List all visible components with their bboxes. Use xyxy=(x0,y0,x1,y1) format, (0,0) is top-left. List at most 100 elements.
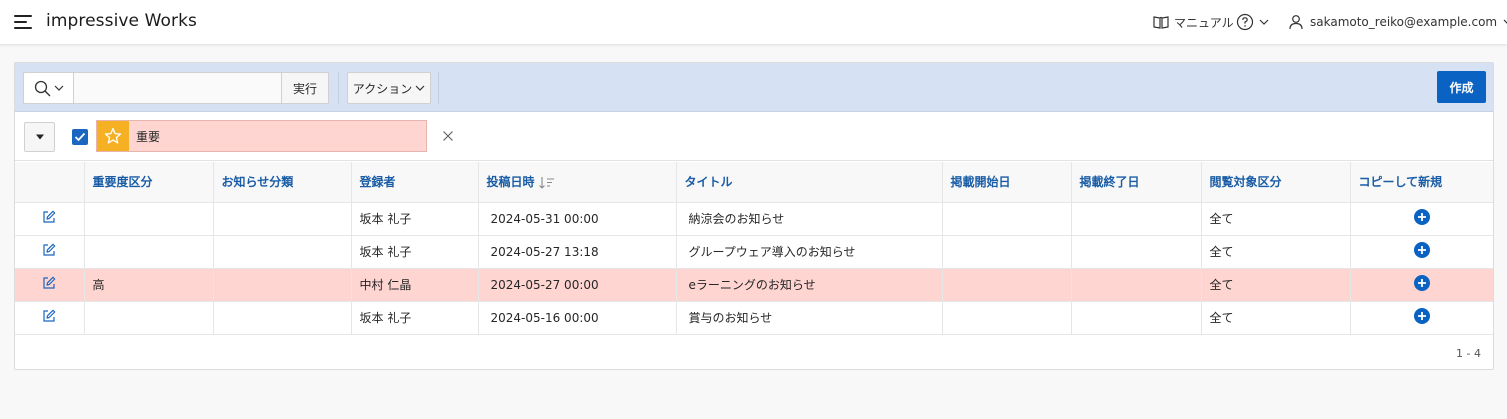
column-header-start-date[interactable]: 掲載開始日 xyxy=(941,162,1071,203)
registrant-cell: 坂本 礼子 xyxy=(350,301,478,335)
filter-enable-checkbox[interactable] xyxy=(72,129,88,145)
header-row: 重要度区分 お知らせ分類 登録者 投稿日時 タイトル 掲載開始日 掲載終了日 閲… xyxy=(15,162,1493,203)
edit-icon[interactable] xyxy=(42,210,56,227)
start-date-cell xyxy=(941,301,1071,335)
filter-label: 重要 xyxy=(136,129,161,144)
add-circle-icon[interactable] xyxy=(1413,209,1430,228)
table-row: 高 中村 仁晶 2024-05-27 00:00 eラーニングのお知らせ 全て xyxy=(15,268,1493,302)
end-date-cell xyxy=(1070,235,1201,269)
table-row: 坂本 礼子 2024-05-27 13:18 グループウェア導入のお知らせ 全て xyxy=(15,235,1493,269)
go-button[interactable]: 実行 xyxy=(282,72,329,104)
remove-filter-button[interactable] xyxy=(439,127,457,145)
user-icon xyxy=(1289,15,1303,30)
column-header-edit xyxy=(15,162,84,203)
copy-new-cell xyxy=(1349,235,1493,269)
user-email: sakamoto_reiko@example.com xyxy=(1310,15,1498,29)
help-icon xyxy=(1236,13,1254,31)
importance-cell xyxy=(83,202,213,236)
report-filters: 重要 xyxy=(15,113,1493,161)
category-cell xyxy=(212,268,351,302)
importance-cell xyxy=(83,235,213,269)
add-circle-icon[interactable] xyxy=(1413,308,1430,327)
report-toolbar: 実行 アクション 作成 xyxy=(15,63,1493,112)
audience-cell: 全て xyxy=(1200,202,1350,236)
registrant-cell: 坂本 礼子 xyxy=(350,202,478,236)
start-date-cell xyxy=(941,202,1071,236)
title-cell: グループウェア導入のお知らせ xyxy=(675,235,942,269)
edit-cell xyxy=(15,235,84,269)
column-header-importance[interactable]: 重要度区分 xyxy=(83,162,213,203)
edit-cell xyxy=(15,301,84,335)
chevron-down-icon xyxy=(1503,19,1507,24)
pagination-info: 1 - 4 xyxy=(1456,347,1481,360)
audience-cell: 全て xyxy=(1200,235,1350,269)
chevron-down-icon xyxy=(1259,19,1269,25)
caret-down-icon xyxy=(35,134,44,140)
importance-cell: 高 xyxy=(83,268,213,302)
help-menu[interactable] xyxy=(1236,11,1269,33)
star-icon xyxy=(97,121,129,151)
category-cell xyxy=(212,235,351,269)
column-header-category[interactable]: お知らせ分類 xyxy=(212,162,351,203)
column-header-title[interactable]: タイトル xyxy=(675,162,942,203)
end-date-cell xyxy=(1070,202,1201,236)
report-grid: 重要度区分 お知らせ分類 登録者 投稿日時 タイトル 掲載開始日 掲載終了日 閲… xyxy=(15,162,1493,335)
registrant-cell: 中村 仁晶 xyxy=(350,268,478,302)
column-header-audience[interactable]: 閲覧対象区分 xyxy=(1200,162,1350,203)
add-circle-icon[interactable] xyxy=(1413,275,1430,294)
copy-new-cell xyxy=(1349,268,1493,302)
title-cell: 納涼会のお知らせ xyxy=(675,202,942,236)
user-menu[interactable]: sakamoto_reiko@example.com xyxy=(1288,12,1507,32)
column-header-registrant[interactable]: 登録者 xyxy=(350,162,478,203)
end-date-cell xyxy=(1070,268,1201,302)
toggle-filters-button[interactable] xyxy=(24,122,55,152)
app-title[interactable]: impressive Works xyxy=(46,11,197,31)
registrant-cell: 坂本 礼子 xyxy=(350,235,478,269)
category-cell xyxy=(212,301,351,335)
posted-cell: 2024-05-27 00:00 xyxy=(477,268,676,302)
column-header-end-date[interactable]: 掲載終了日 xyxy=(1070,162,1201,203)
book-icon xyxy=(1153,16,1169,29)
copy-new-cell xyxy=(1349,202,1493,236)
audience-cell: 全て xyxy=(1200,301,1350,335)
column-header-posted[interactable]: 投稿日時 xyxy=(477,162,676,203)
toolbar-divider xyxy=(338,72,339,104)
sort-descending-icon xyxy=(538,177,554,190)
menu-icon[interactable] xyxy=(14,15,32,29)
edit-icon[interactable] xyxy=(42,276,56,293)
audience-cell: 全て xyxy=(1200,268,1350,302)
column-header-copy-new[interactable]: コピーして新規 xyxy=(1349,162,1493,203)
check-icon xyxy=(74,132,86,142)
title-cell: 賞与のお知らせ xyxy=(675,301,942,335)
manual-link[interactable]: マニュアル xyxy=(1153,12,1234,32)
search-input[interactable] xyxy=(73,72,282,104)
edit-cell xyxy=(15,202,84,236)
start-date-cell xyxy=(941,235,1071,269)
actions-label: アクション xyxy=(352,81,413,96)
top-navigation-bar: impressive Works マニュアル sakamoto_reiko@ex… xyxy=(0,0,1507,45)
edit-icon[interactable] xyxy=(42,309,56,326)
column-header-posted-label: 投稿日時 xyxy=(486,175,535,190)
posted-cell: 2024-05-16 00:00 xyxy=(477,301,676,335)
table-row: 坂本 礼子 2024-05-16 00:00 賞与のお知らせ 全て xyxy=(15,301,1493,335)
search-bar: 実行 xyxy=(23,72,329,104)
edit-cell xyxy=(15,268,84,302)
close-icon xyxy=(443,131,453,141)
actions-menu-button[interactable]: アクション xyxy=(347,72,431,104)
chevron-down-icon xyxy=(415,85,425,91)
add-circle-icon[interactable] xyxy=(1413,242,1430,261)
interactive-report-region: 実行 アクション 作成 重要 重要度区分 お知らせ分類 登録者 投稿日時 タイト… xyxy=(14,62,1494,370)
copy-new-cell xyxy=(1349,301,1493,335)
start-date-cell xyxy=(941,268,1071,302)
search-column-selector[interactable] xyxy=(23,72,73,104)
importance-cell xyxy=(83,301,213,335)
chevron-down-icon xyxy=(54,85,63,91)
create-button[interactable]: 作成 xyxy=(1437,71,1486,103)
highlight-filter-chip[interactable]: 重要 xyxy=(96,120,427,152)
posted-cell: 2024-05-31 00:00 xyxy=(477,202,676,236)
posted-cell: 2024-05-27 13:18 xyxy=(477,235,676,269)
title-cell: eラーニングのお知らせ xyxy=(675,268,942,302)
edit-icon[interactable] xyxy=(42,243,56,260)
table-row: 坂本 礼子 2024-05-31 00:00 納涼会のお知らせ 全て xyxy=(15,202,1493,236)
toolbar-divider xyxy=(438,72,439,104)
